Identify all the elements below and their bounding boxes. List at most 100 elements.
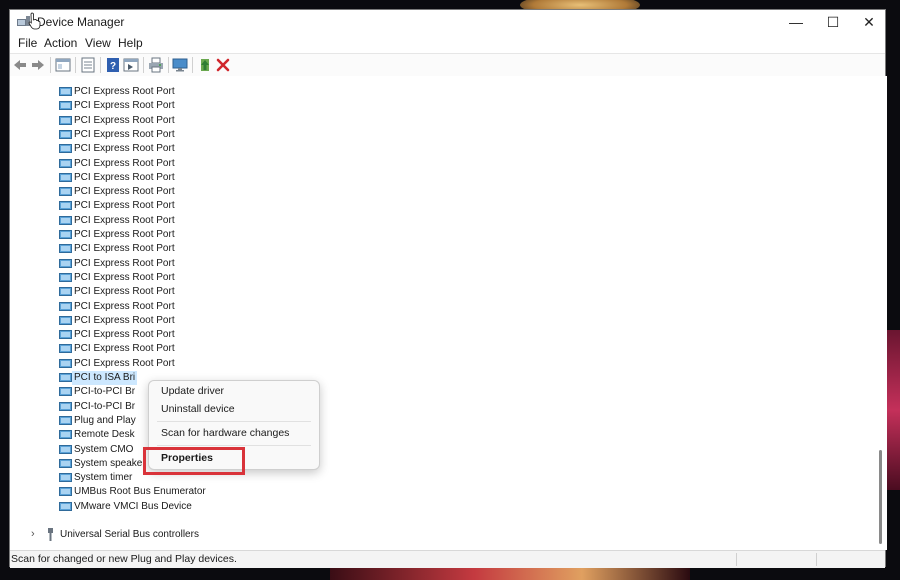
device-row-label: Plug and Play	[74, 414, 136, 426]
menu-view[interactable]: View	[85, 36, 111, 50]
category-label: Universal Serial Bus controllers	[60, 529, 199, 540]
menu-separator	[157, 421, 311, 422]
close-button[interactable]: ✕	[851, 10, 887, 34]
system-device-icon	[59, 115, 72, 125]
print-icon[interactable]	[148, 57, 164, 73]
toolbar-separator	[192, 57, 193, 73]
device-row[interactable]: VMware VMCI Bus Device	[59, 500, 259, 514]
system-device-icon	[59, 358, 72, 368]
device-row-label: PCI Express Root Port	[74, 314, 175, 326]
status-bar: Scan for changed or new Plug and Play de…	[10, 550, 885, 568]
system-device-icon	[59, 129, 72, 139]
menu-file[interactable]: File	[18, 36, 37, 50]
svg-text:?: ?	[110, 61, 116, 72]
device-row-label: PCI to ISA Bri	[72, 371, 138, 385]
device-row-label: PCI Express Root Port	[74, 271, 175, 283]
device-row-label: PCI Express Root Port	[74, 171, 175, 183]
device-row[interactable]: PCI Express Root Port	[59, 214, 259, 228]
properties-icon[interactable]	[80, 57, 96, 73]
system-device-icon	[59, 430, 72, 440]
device-row-label: PCI Express Root Port	[74, 128, 175, 140]
device-row[interactable]: PCI Express Root Port	[59, 342, 259, 356]
device-row[interactable]: PCI Express Root Port	[59, 114, 259, 128]
toolbar: ?	[10, 53, 885, 77]
window-title: Device Manager	[37, 15, 125, 29]
system-device-icon	[59, 244, 72, 254]
device-row-label: System CMO	[74, 443, 134, 455]
system-device-icon	[59, 272, 72, 282]
device-row-label: PCI-to-PCI Br	[74, 400, 136, 412]
system-device-icon	[59, 101, 72, 111]
system-device-icon	[59, 301, 72, 311]
device-row-label: PCI Express Root Port	[74, 143, 175, 155]
expand-chevron-icon[interactable]: ›	[31, 528, 35, 540]
menu-item-scan-hardware[interactable]: Scan for hardware changes	[161, 427, 289, 439]
device-row[interactable]: PCI Express Root Port	[59, 85, 259, 99]
help-icon[interactable]: ?	[105, 57, 121, 73]
show-hide-tree-icon[interactable]	[55, 57, 71, 73]
maximize-button[interactable]: ☐	[815, 10, 851, 34]
toolbar-separator	[50, 57, 51, 73]
menu-item-uninstall-device[interactable]: Uninstall device	[161, 403, 235, 415]
system-device-icon	[59, 501, 72, 511]
device-row[interactable]: PCI Express Root Port	[59, 285, 259, 299]
mouse-cursor-icon	[28, 12, 41, 30]
device-row[interactable]: PCI Express Root Port	[59, 157, 259, 171]
device-row[interactable]: PCI Express Root Port	[59, 328, 259, 342]
device-row-label: PCI Express Root Port	[74, 257, 175, 269]
device-row-label: PCI Express Root Port	[74, 157, 175, 169]
device-row-label: PCI Express Root Port	[74, 114, 175, 126]
device-row[interactable]: PCI Express Root Port	[59, 271, 259, 285]
system-device-icon	[59, 444, 72, 454]
device-row[interactable]: PCI Express Root Port	[59, 99, 259, 113]
system-device-icon	[59, 458, 72, 468]
device-row-label: PCI Express Root Port	[74, 286, 175, 298]
system-device-icon	[59, 201, 72, 211]
device-row-label: PCI Express Root Port	[74, 214, 175, 226]
device-row-label: UMBus Root Bus Enumerator	[74, 486, 206, 498]
back-arrow-icon[interactable]	[12, 57, 28, 73]
uninstall-icon[interactable]	[215, 57, 231, 73]
device-row[interactable]: PCI Express Root Port	[59, 199, 259, 213]
device-row[interactable]: PCI Express Root Port	[59, 257, 259, 271]
device-row[interactable]: PCI Express Root Port	[59, 128, 259, 142]
action-pane-icon[interactable]	[123, 57, 139, 73]
menu-help[interactable]: Help	[118, 36, 143, 50]
device-tree[interactable]: PCI Express Root Port PCI Express Root Po…	[10, 76, 887, 550]
system-device-icon	[59, 287, 72, 297]
monitor-icon[interactable]	[172, 57, 188, 73]
category-usb-controllers[interactable]: › Universal Serial Bus controllers	[31, 528, 251, 542]
system-device-icon	[59, 473, 72, 483]
device-row-label: PCI Express Root Port	[74, 229, 175, 240]
device-row-label: System speaker	[74, 457, 146, 469]
device-row[interactable]: PCI Express Root Port	[59, 185, 259, 199]
properties-highlight-box	[143, 447, 245, 475]
menu-action[interactable]: Action	[44, 36, 77, 50]
device-row[interactable]: PCI Express Root Port	[59, 314, 259, 328]
device-row[interactable]: PCI Express Root Port	[59, 228, 259, 242]
wallpaper-glow-bottom	[330, 566, 690, 580]
minimize-button[interactable]: —	[778, 10, 814, 34]
system-device-icon	[59, 187, 72, 197]
device-row-label: PCI Express Root Port	[74, 186, 175, 198]
system-device-icon	[59, 387, 72, 397]
device-row[interactable]: PCI Express Root Port	[59, 242, 259, 256]
menu-item-update-driver[interactable]: Update driver	[161, 385, 224, 397]
update-driver-icon[interactable]	[197, 57, 213, 73]
device-row[interactable]: PCI Express Root Port	[59, 171, 259, 185]
device-row-label: PCI-to-PCI Br	[74, 386, 136, 398]
toolbar-separator	[168, 57, 169, 73]
menu-separator	[157, 445, 311, 446]
status-divider	[816, 553, 817, 566]
device-manager-window: Device Manager — ☐ ✕ File Action View He…	[9, 9, 887, 568]
device-row[interactable]: UMBus Root Bus Enumerator	[59, 485, 259, 499]
title-bar[interactable]: Device Manager — ☐ ✕	[10, 10, 885, 34]
device-row[interactable]: PCI Express Root Port	[59, 300, 259, 314]
system-device-icon	[59, 172, 72, 182]
scrollbar-thumb[interactable]	[879, 450, 882, 544]
device-row[interactable]: PCI Express Root Port	[59, 142, 259, 156]
toolbar-separator	[100, 57, 101, 73]
forward-arrow-icon[interactable]	[30, 57, 46, 73]
device-row[interactable]: PCI Express Root Port	[59, 357, 259, 371]
menu-bar: File Action View Help	[10, 34, 885, 52]
